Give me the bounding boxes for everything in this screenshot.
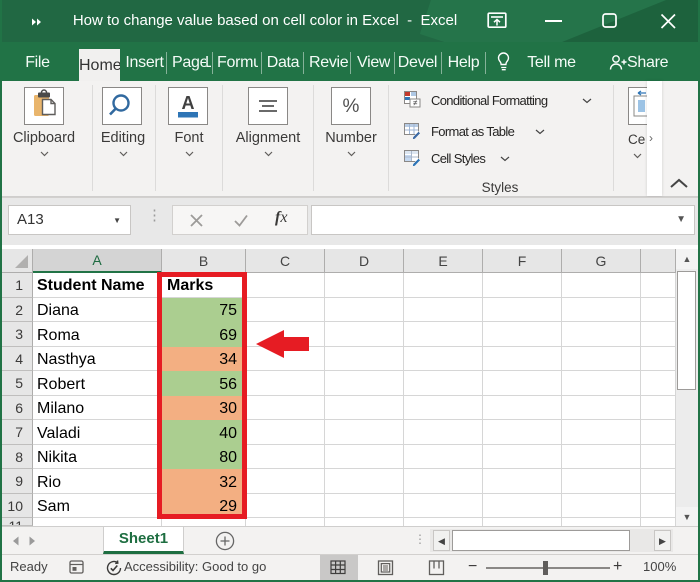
svg-text:%: %: [343, 96, 360, 117]
svg-text:A: A: [182, 93, 195, 113]
